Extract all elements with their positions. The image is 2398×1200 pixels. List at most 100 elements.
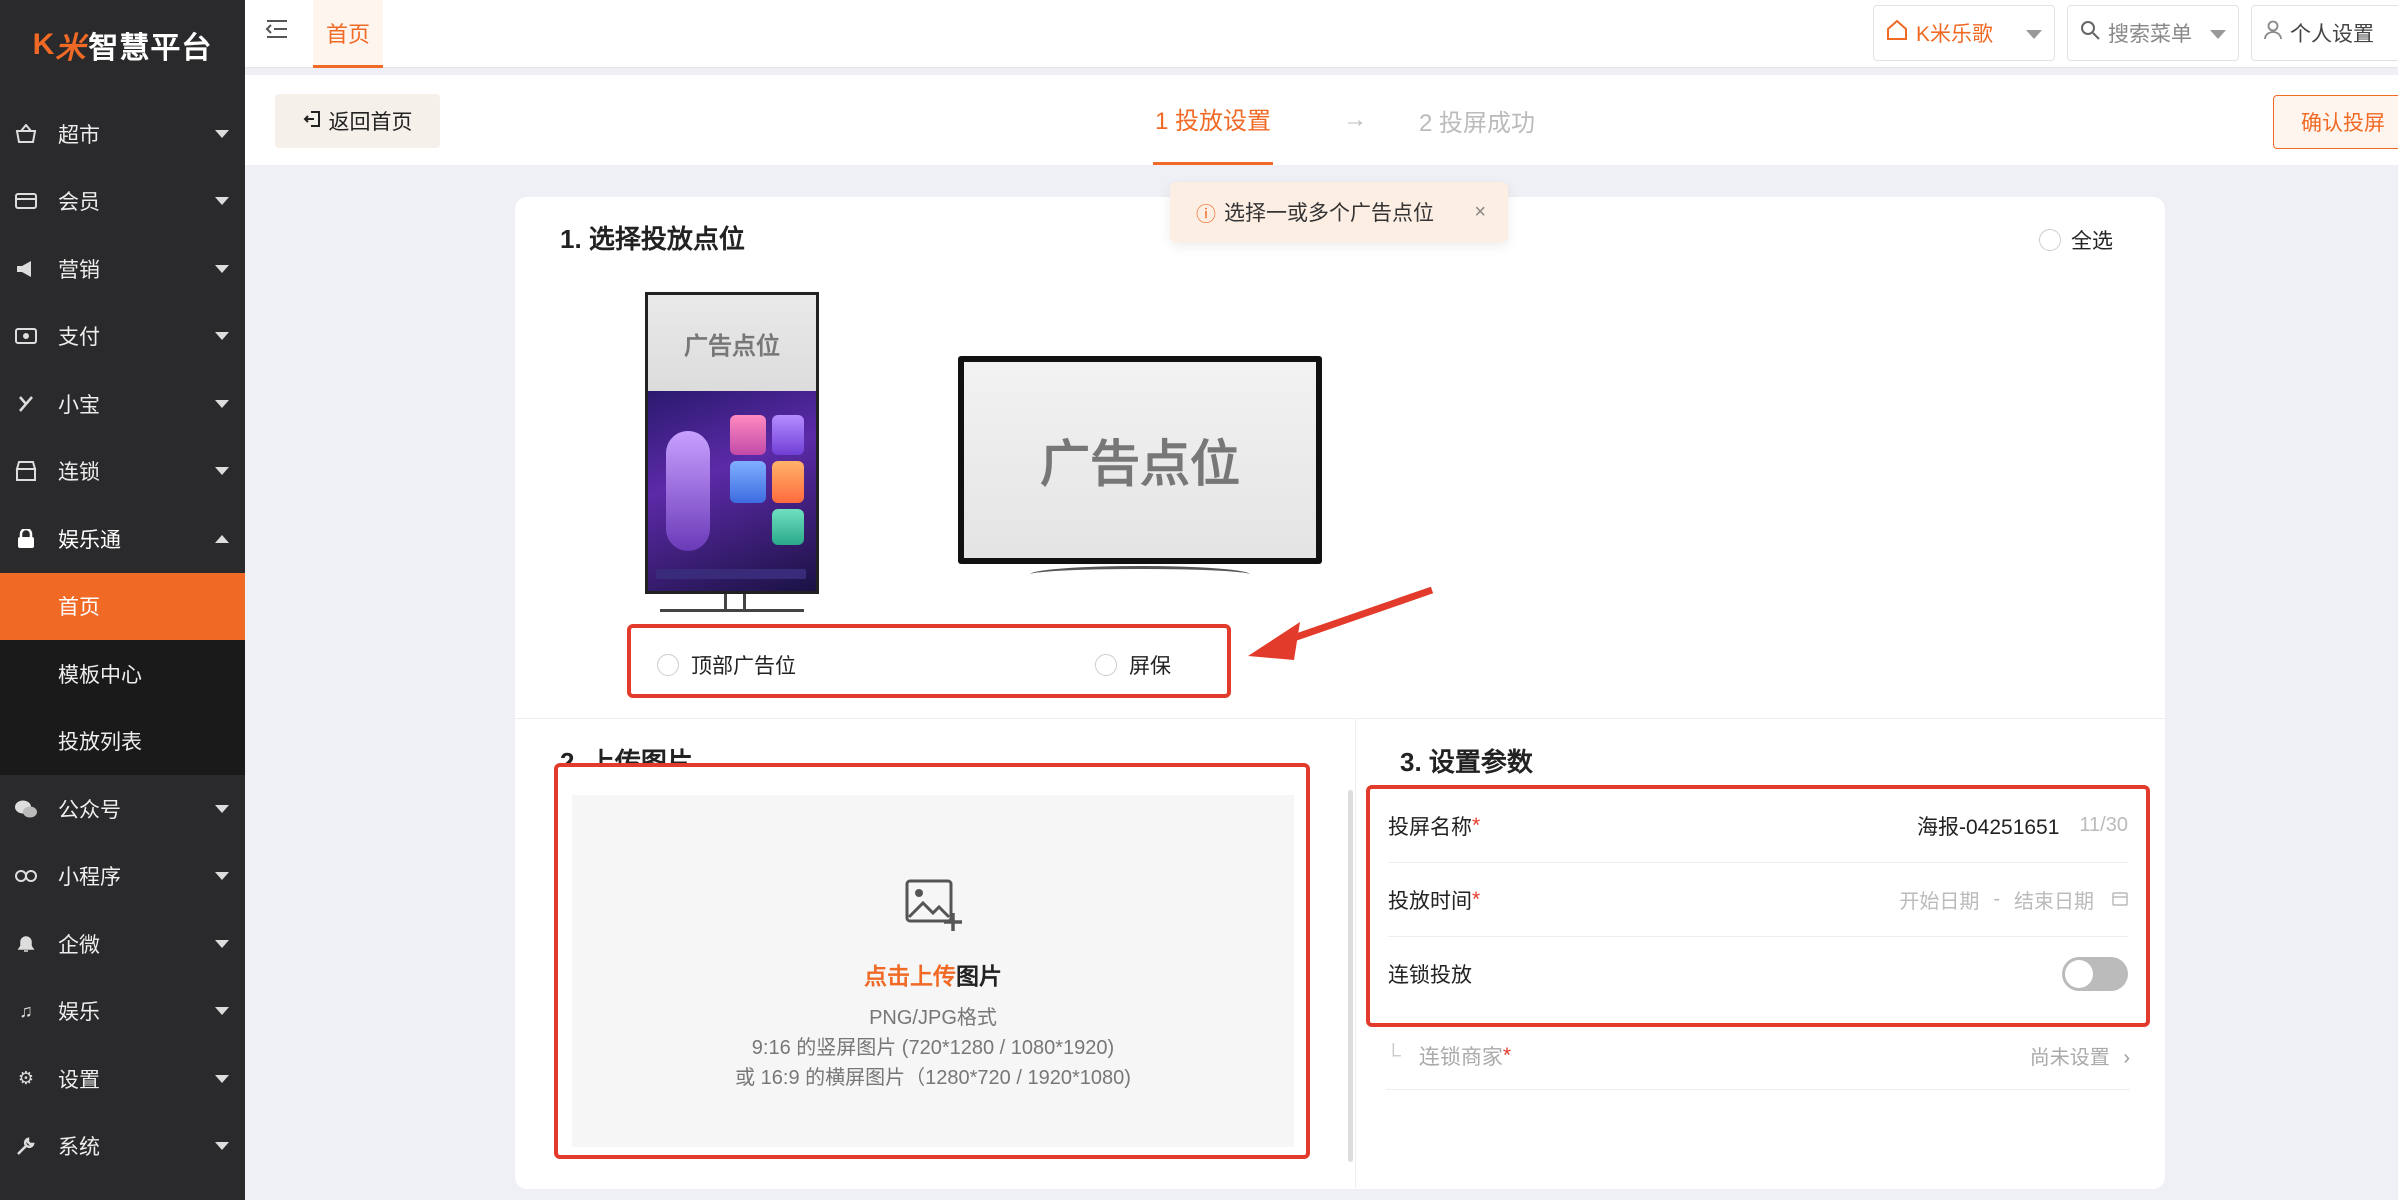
option-top-ad[interactable]: 顶部广告位 bbox=[657, 650, 796, 680]
sidebar-item-system[interactable]: 系统 bbox=[0, 1113, 245, 1181]
required-mark: * bbox=[1472, 887, 1481, 911]
sidebar-item-label: 连锁 bbox=[58, 461, 100, 485]
sidebar-subitem-template-center[interactable]: 模板中心 bbox=[0, 640, 245, 708]
name-input[interactable]: 海报-04251651 11/30 bbox=[1917, 811, 2128, 841]
upload-hint-portrait: 9:16 的竖屏图片 (720*1280 / 1080*1920) bbox=[751, 1037, 1115, 1059]
sidebar-item-marketing[interactable]: 营销 bbox=[0, 235, 245, 303]
upload-click-text[interactable]: 点击上传 bbox=[864, 963, 956, 989]
basket-icon bbox=[14, 122, 38, 146]
chevron-down-icon bbox=[215, 129, 229, 138]
sidebar-item-settings[interactable]: ⚙ 设置 bbox=[0, 1045, 245, 1113]
chain-toggle[interactable] bbox=[2062, 957, 2128, 991]
radio-circle bbox=[2039, 229, 2061, 251]
music-icon: ♫ bbox=[19, 1000, 33, 1021]
sidebar-subitem-placement-list[interactable]: 投放列表 bbox=[0, 707, 245, 775]
chevron-down-icon bbox=[215, 939, 229, 948]
menu-collapse-icon[interactable] bbox=[265, 18, 293, 46]
select-all-radio[interactable]: 全选 bbox=[2039, 225, 2113, 255]
chevron-down-icon bbox=[215, 1142, 229, 1151]
tv-stand bbox=[1030, 566, 1250, 586]
shop-icon bbox=[14, 459, 38, 483]
chevron-down-icon bbox=[215, 1007, 229, 1016]
preview-tile bbox=[730, 415, 766, 455]
sidebar-item-official-account[interactable]: 公众号 bbox=[0, 775, 245, 843]
hint-tooltip: ⓘ 选择一或多个广告点位 × bbox=[1170, 182, 1508, 242]
date-range-picker[interactable]: 开始日期 - 结束日期 bbox=[1899, 885, 2128, 914]
sidebar-item-label: 小宝 bbox=[58, 393, 100, 417]
sidebar-subitem-home[interactable]: 首页 bbox=[0, 572, 245, 640]
option-screensaver[interactable]: 屏保 bbox=[1095, 650, 1171, 680]
param-row-time: 投放时间 * 开始日期 - 结束日期 bbox=[1388, 863, 2128, 937]
confirm-cast-button[interactable]: 确认投屏 bbox=[2273, 95, 2398, 149]
sidebar-item-xiaobao[interactable]: 小宝 bbox=[0, 370, 245, 438]
sidebar-item-label: 支付 bbox=[58, 326, 100, 350]
store-name: K米乐歌 bbox=[1916, 23, 1994, 46]
sidebar-item-member[interactable]: 会员 bbox=[0, 168, 245, 236]
preview-tile bbox=[730, 461, 766, 503]
merchant-value: 尚未设置 › bbox=[2030, 1041, 2130, 1070]
back-icon bbox=[303, 110, 321, 133]
merchant-value-text: 尚未设置 bbox=[2029, 1047, 2110, 1069]
sidebar-item-chain[interactable]: 连锁 bbox=[0, 438, 245, 506]
megaphone-icon bbox=[14, 257, 38, 281]
chevron-down-icon bbox=[215, 264, 229, 273]
chevron-down-icon bbox=[215, 197, 229, 206]
miniprogram-icon bbox=[14, 864, 38, 888]
sidebar-item-mini-program[interactable]: 小程序 bbox=[0, 843, 245, 911]
chevron-down-icon bbox=[215, 804, 229, 813]
step-placement-settings[interactable]: 1 投放设置 bbox=[1153, 75, 1273, 165]
select-all-label: 全选 bbox=[2071, 230, 2113, 253]
user-icon bbox=[2264, 20, 2282, 46]
chevron-down-icon bbox=[2026, 30, 2042, 39]
name-char-count: 11/30 bbox=[2079, 814, 2128, 836]
param-row-merchant[interactable]: └ 连锁商家 * 尚未设置 › bbox=[1386, 1022, 2130, 1090]
card-icon bbox=[14, 189, 38, 213]
radio-circle bbox=[1095, 654, 1117, 676]
param-time-label: 投放时间 bbox=[1388, 889, 1472, 913]
upload-area-highlight: 点击上传图片 PNG/JPG格式 9:16 的竖屏图片 (720*1280 / … bbox=[554, 763, 1310, 1159]
required-mark: * bbox=[1502, 1043, 1512, 1067]
radio-circle bbox=[657, 654, 679, 676]
search-menu[interactable]: 搜索菜单 bbox=[2067, 5, 2239, 61]
back-home-button[interactable]: 返回首页 bbox=[275, 94, 440, 148]
chevron-down-icon bbox=[215, 332, 229, 341]
tab-home[interactable]: 首页 bbox=[313, 0, 383, 68]
divider bbox=[515, 718, 2165, 719]
sidebar-item-label: 营销 bbox=[58, 258, 100, 282]
sidebar-item-yuletong[interactable]: 娱乐通 bbox=[0, 505, 245, 573]
section-title-select-slots: 1. 选择投放点位 bbox=[560, 224, 745, 254]
toggle-switch bbox=[2062, 957, 2128, 991]
sidebar-item-supermarket[interactable]: 超市 bbox=[0, 100, 245, 168]
step-arrow-icon: → bbox=[1343, 106, 1367, 133]
brand-logo[interactable]: K 米智慧平台 bbox=[0, 0, 245, 90]
wechat-icon bbox=[14, 797, 38, 821]
xiaobao-icon bbox=[14, 392, 38, 416]
sidebar-item-label: 娱乐 bbox=[58, 1001, 100, 1025]
search-icon bbox=[2080, 20, 2100, 46]
sidebar-item-label: 超市 bbox=[58, 123, 100, 147]
params-highlight: 投屏名称 * 海报-04251651 11/30 投放时间 * 开始日期 - 结束日… bbox=[1366, 785, 2150, 1027]
scrollbar[interactable] bbox=[1348, 790, 1353, 1162]
start-date-placeholder: 开始日期 bbox=[1899, 891, 1980, 913]
sidebar-item-label: 小程序 bbox=[58, 866, 121, 890]
divider bbox=[1355, 718, 1356, 1188]
store-selector[interactable]: K米乐歌 bbox=[1873, 5, 2055, 61]
personal-settings[interactable]: 个人设置 bbox=[2251, 5, 2398, 61]
preview-tile bbox=[772, 415, 804, 455]
upload-dropzone[interactable]: 点击上传图片 PNG/JPG格式 9:16 的竖屏图片 (720*1280 / … bbox=[572, 795, 1294, 1147]
name-input-value: 海报-04251651 bbox=[1916, 815, 2060, 839]
param-merchant-label: 连锁商家 bbox=[1418, 1045, 1503, 1069]
end-date-placeholder: 结束日期 bbox=[2014, 891, 2094, 913]
vertical-screen-preview: 广告点位 bbox=[645, 292, 819, 594]
sidebar-item-entertainment[interactable]: ♫ 娱乐 bbox=[0, 978, 245, 1046]
logo-k: K bbox=[32, 28, 56, 61]
close-icon[interactable]: × bbox=[1474, 201, 1486, 224]
personal-settings-label: 个人设置 bbox=[2290, 23, 2374, 46]
tree-branch-icon: └ bbox=[1386, 1043, 1401, 1067]
chevron-down-icon bbox=[215, 467, 229, 476]
lock-icon bbox=[14, 527, 38, 551]
sidebar-item-payment[interactable]: 支付 bbox=[0, 303, 245, 371]
param-name-label: 投屏名称 bbox=[1388, 815, 1472, 839]
wrench-icon bbox=[14, 1134, 38, 1158]
sidebar-item-wecom[interactable]: 企微 bbox=[0, 910, 245, 978]
